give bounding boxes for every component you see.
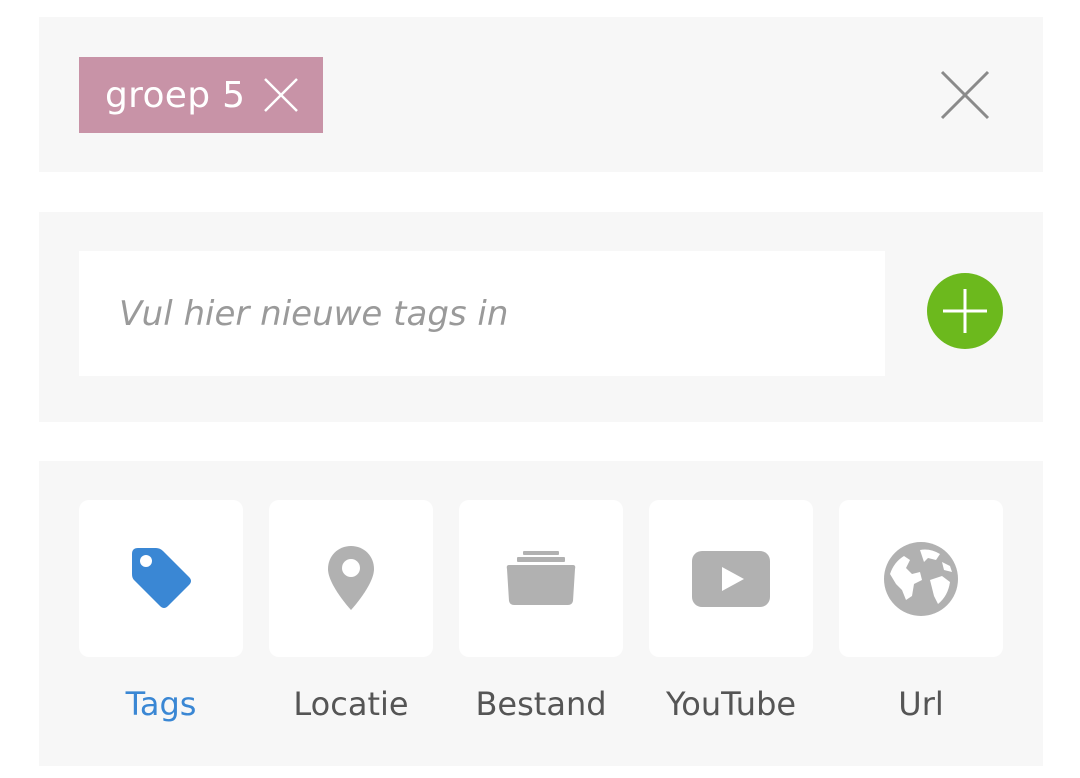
type-item-bestand[interactable]: Bestand [459,500,623,723]
type-label: Locatie [293,685,409,723]
tag-chip: groep 5 [79,57,324,133]
type-label: Tags [125,685,197,723]
type-item-url[interactable]: Url [839,500,1003,723]
globe-icon [884,541,958,616]
type-label: Url [898,685,944,723]
remove-tag-icon[interactable] [261,75,301,115]
close-icon [940,70,990,120]
selected-tags-panel: groep 5 [39,17,1043,172]
tag-icon [132,547,191,608]
type-tile[interactable] [649,500,813,657]
tag-chip-label: groep 5 [105,74,246,116]
new-tag-input[interactable] [79,251,885,376]
add-tag-button[interactable] [927,273,1003,349]
type-tile[interactable] [269,500,433,657]
plus-icon [943,289,987,333]
type-tile[interactable] [79,500,243,657]
type-tile[interactable] [459,500,623,657]
type-label: Bestand [475,685,607,723]
type-item-youtube[interactable]: YouTube [649,500,813,723]
close-button[interactable] [939,69,991,121]
folder-icon [506,550,576,605]
new-tag-panel [39,212,1043,422]
type-tile[interactable] [839,500,1003,657]
attachment-type-panel: Tags Locatie Bestand YouTube Url [39,461,1043,766]
location-pin-icon [328,545,374,610]
type-label: YouTube [665,685,797,723]
youtube-icon [692,550,770,607]
type-item-locatie[interactable]: Locatie [269,500,433,723]
type-item-tags[interactable]: Tags [79,500,243,723]
